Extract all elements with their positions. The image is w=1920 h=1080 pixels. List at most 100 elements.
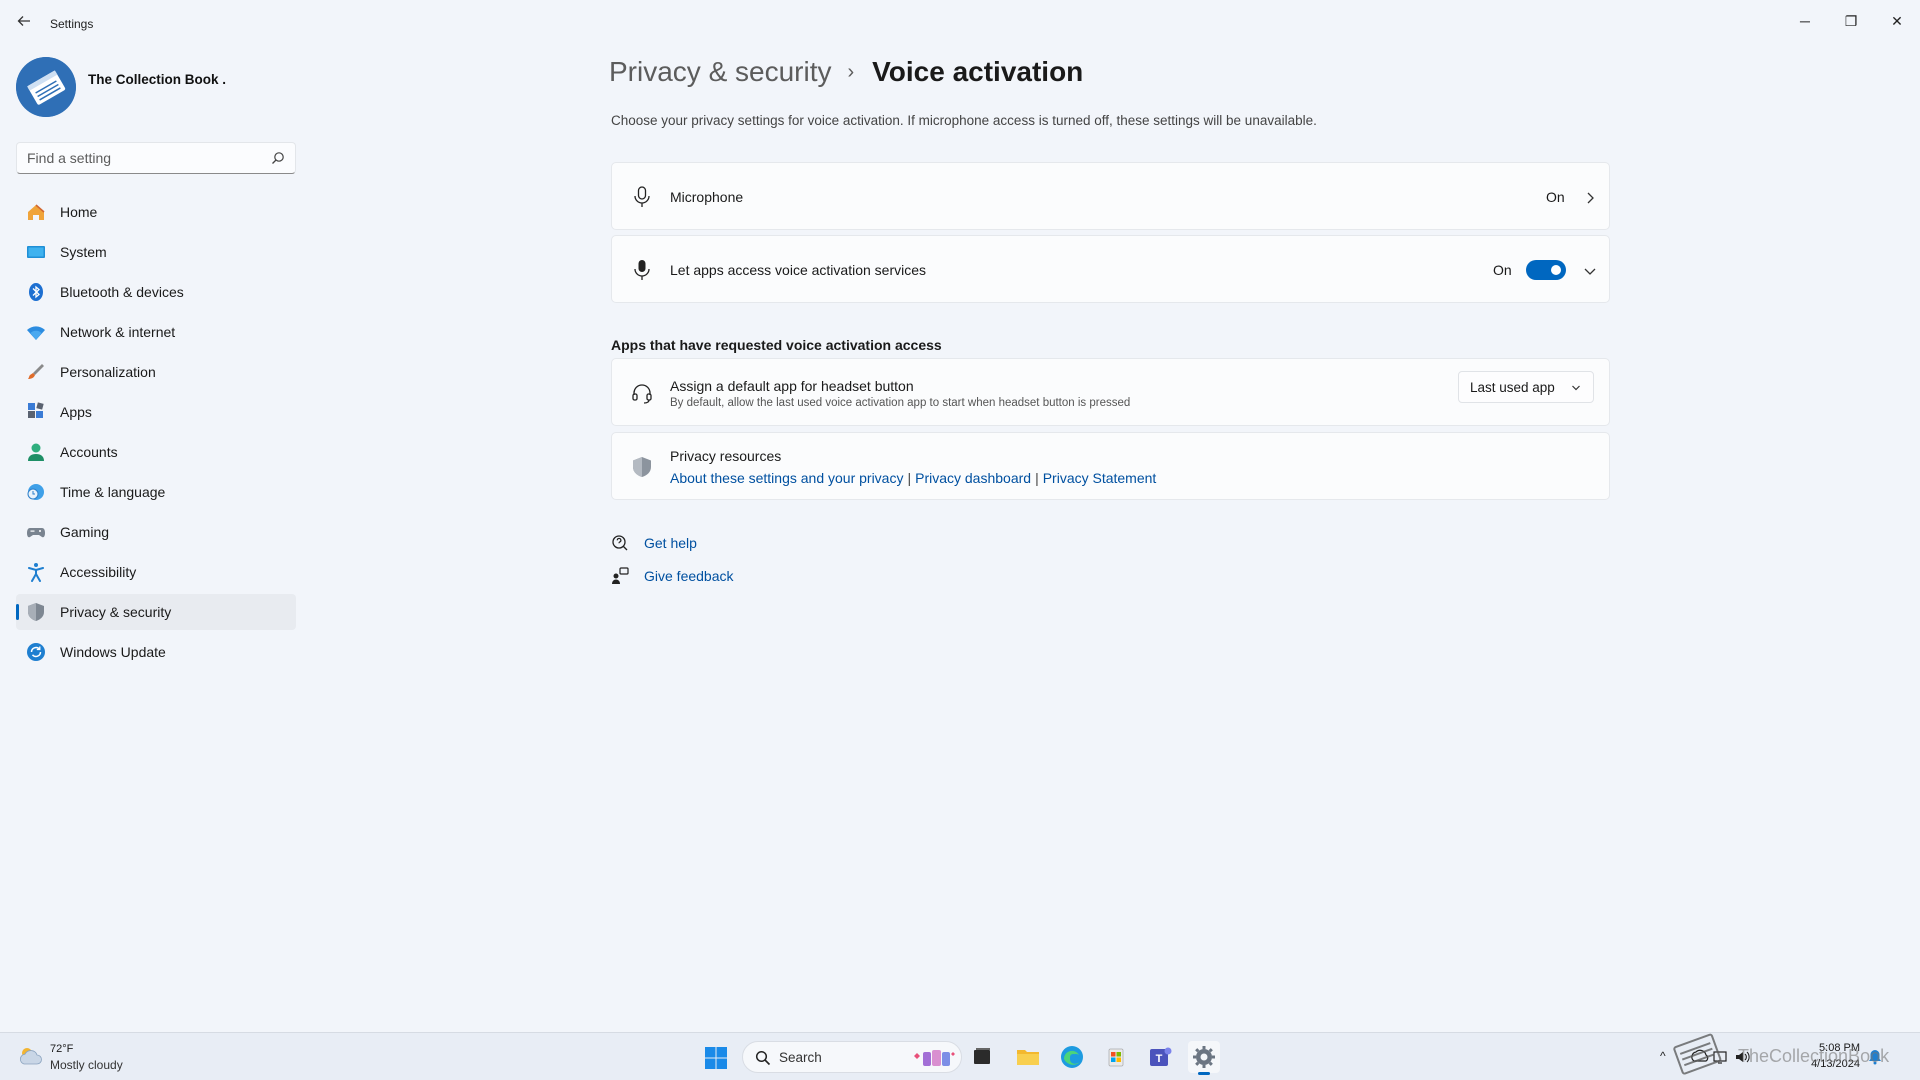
accounts-icon: [28, 443, 44, 461]
breadcrumb-parent[interactable]: Privacy & security: [609, 56, 832, 88]
headset-setting-card: Assign a default app for headset button …: [611, 358, 1610, 426]
give-feedback-row[interactable]: Give feedback: [611, 567, 734, 585]
taskbar-search[interactable]: Search: [742, 1041, 962, 1073]
sidebar-item-accessibility[interactable]: Accessibility: [16, 554, 296, 590]
shield-icon: [633, 457, 651, 477]
back-arrow-glyph: [17, 16, 30, 26]
voice-services-label: Let apps access voice activation service…: [670, 262, 927, 278]
microphone-label: Microphone: [670, 189, 744, 205]
sidebar-item-label: Bluetooth & devices: [60, 284, 184, 300]
headset-title: Assign a default app for headset button: [670, 378, 914, 394]
voice-services-setting-card[interactable]: Let apps access voice activation service…: [611, 235, 1610, 303]
sidebar-item-label: Apps: [60, 404, 92, 420]
give-feedback-link[interactable]: Give feedback: [644, 568, 734, 584]
accessibility-icon: [28, 563, 44, 582]
sidebar-item-label: Windows Update: [60, 644, 166, 660]
system-icon: [27, 246, 45, 258]
settings-gear-icon: [1193, 1046, 1215, 1068]
sidebar-item-accounts[interactable]: Accounts: [16, 434, 296, 470]
voice-services-status: On: [1493, 262, 1512, 278]
sidebar-item-personalization[interactable]: Personalization: [16, 354, 296, 390]
weather-temperature[interactable]: 72°F: [50, 1043, 73, 1055]
privacy-resources-card: Privacy resources About these settings a…: [611, 432, 1610, 500]
headset-app-dropdown[interactable]: Last used app: [1458, 371, 1594, 403]
headset-icon: [632, 384, 652, 404]
sidebar-nav: Home System Bluetooth & devices Network …: [16, 194, 296, 674]
sidebar-item-label: Privacy & security: [60, 604, 172, 620]
sidebar-item-system[interactable]: System: [16, 234, 296, 270]
search-input[interactable]: [17, 143, 257, 173]
cloudy-weather-icon[interactable]: [18, 1045, 44, 1067]
sidebar-item-label: Network & internet: [60, 324, 176, 340]
microsoft-store-icon[interactable]: [1100, 1041, 1132, 1073]
sidebar-item-label: Accounts: [60, 444, 118, 460]
page-description: Choose your privacy settings for voice a…: [611, 113, 1317, 128]
gamepad-icon: [27, 528, 45, 538]
minimize-button[interactable]: ─: [1782, 6, 1828, 36]
voice-services-toggle[interactable]: [1526, 260, 1566, 280]
sidebar-item-bluetooth[interactable]: Bluetooth & devices: [16, 274, 296, 310]
sidebar-item-network[interactable]: Network & internet: [16, 314, 296, 350]
maximize-button[interactable]: ❐: [1828, 6, 1874, 36]
sidebar-item-windows-update[interactable]: Windows Update: [16, 634, 296, 670]
chevron-down-icon[interactable]: [1582, 263, 1598, 279]
about-privacy-link[interactable]: About these settings and your privacy: [670, 470, 903, 486]
page-title: Voice activation: [872, 56, 1084, 87]
sidebar-item-gaming[interactable]: Gaming: [16, 514, 296, 550]
file-explorer-icon[interactable]: [1012, 1041, 1044, 1073]
sidebar-item-privacy-security[interactable]: Privacy & security: [16, 594, 296, 630]
title-bar: Settings ─ ❐ ✕: [0, 0, 1920, 48]
avatar[interactable]: [16, 57, 76, 117]
privacy-dashboard-link[interactable]: Privacy dashboard: [915, 470, 1031, 486]
home-icon: [28, 204, 45, 220]
apps-icon: [28, 402, 44, 418]
back-arrow-icon[interactable]: [14, 14, 34, 34]
taskbar-search-label: Search: [779, 1050, 822, 1065]
profile-name: The Collection Book .: [88, 72, 227, 87]
sidebar-item-label: System: [60, 244, 107, 260]
sidebar-item-time-language[interactable]: Time & language: [16, 474, 296, 510]
feedback-icon: [612, 567, 629, 584]
privacy-resources-title: Privacy resources: [670, 448, 782, 464]
breadcrumb: Privacy & security › Voice activation: [609, 56, 1083, 88]
app-title: Settings: [50, 17, 94, 31]
privacy-links: About these settings and your privacy | …: [670, 470, 1156, 486]
link-separator: |: [907, 470, 912, 486]
sidebar-item-home[interactable]: Home: [16, 194, 296, 230]
windows-start-icon[interactable]: [704, 1046, 728, 1070]
close-button[interactable]: ✕: [1874, 6, 1920, 36]
settings-search[interactable]: [16, 142, 296, 174]
microphone-setting-card[interactable]: Microphone On: [611, 162, 1610, 230]
clock-globe-icon: [27, 484, 44, 500]
headset-subtitle: By default, allow the last used voice ac…: [670, 397, 1131, 409]
bluetooth-icon: [29, 283, 43, 301]
microphone-icon: [634, 186, 650, 207]
svg-text:T: T: [1156, 1053, 1163, 1065]
book-logo-icon: [16, 57, 76, 117]
task-view-icon[interactable]: [966, 1041, 998, 1073]
search-highlight-icon: [914, 1050, 955, 1066]
get-help-link[interactable]: Get help: [644, 535, 697, 551]
teams-icon[interactable]: T: [1144, 1041, 1176, 1073]
sidebar-item-apps[interactable]: Apps: [16, 394, 296, 430]
weather-description[interactable]: Mostly cloudy: [50, 1058, 123, 1072]
sidebar-item-label: Time & language: [60, 484, 166, 500]
settings-taskbar-button[interactable]: [1188, 1041, 1220, 1075]
tray-overflow-chevron-icon[interactable]: ^: [1660, 1049, 1666, 1063]
search-icon: [755, 1050, 771, 1066]
get-help-row[interactable]: Get help: [611, 534, 697, 552]
sidebar-item-label: Personalization: [60, 364, 156, 380]
sidebar-item-label: Accessibility: [60, 564, 137, 580]
sidebar-item-label: Home: [60, 204, 98, 220]
chevron-right-icon: [1587, 192, 1594, 204]
search-icon[interactable]: [271, 151, 285, 165]
chevron-right-icon: ›: [847, 60, 855, 83]
brush-icon: [28, 364, 44, 379]
edge-browser-icon[interactable]: [1056, 1041, 1088, 1073]
chevron-down-icon: [1572, 385, 1580, 391]
wifi-icon: [27, 326, 45, 340]
dropdown-value: Last used app: [1470, 380, 1555, 395]
voice-microphone-icon: [634, 260, 650, 280]
privacy-statement-link[interactable]: Privacy Statement: [1043, 470, 1157, 486]
sidebar-item-label: Gaming: [60, 524, 110, 540]
